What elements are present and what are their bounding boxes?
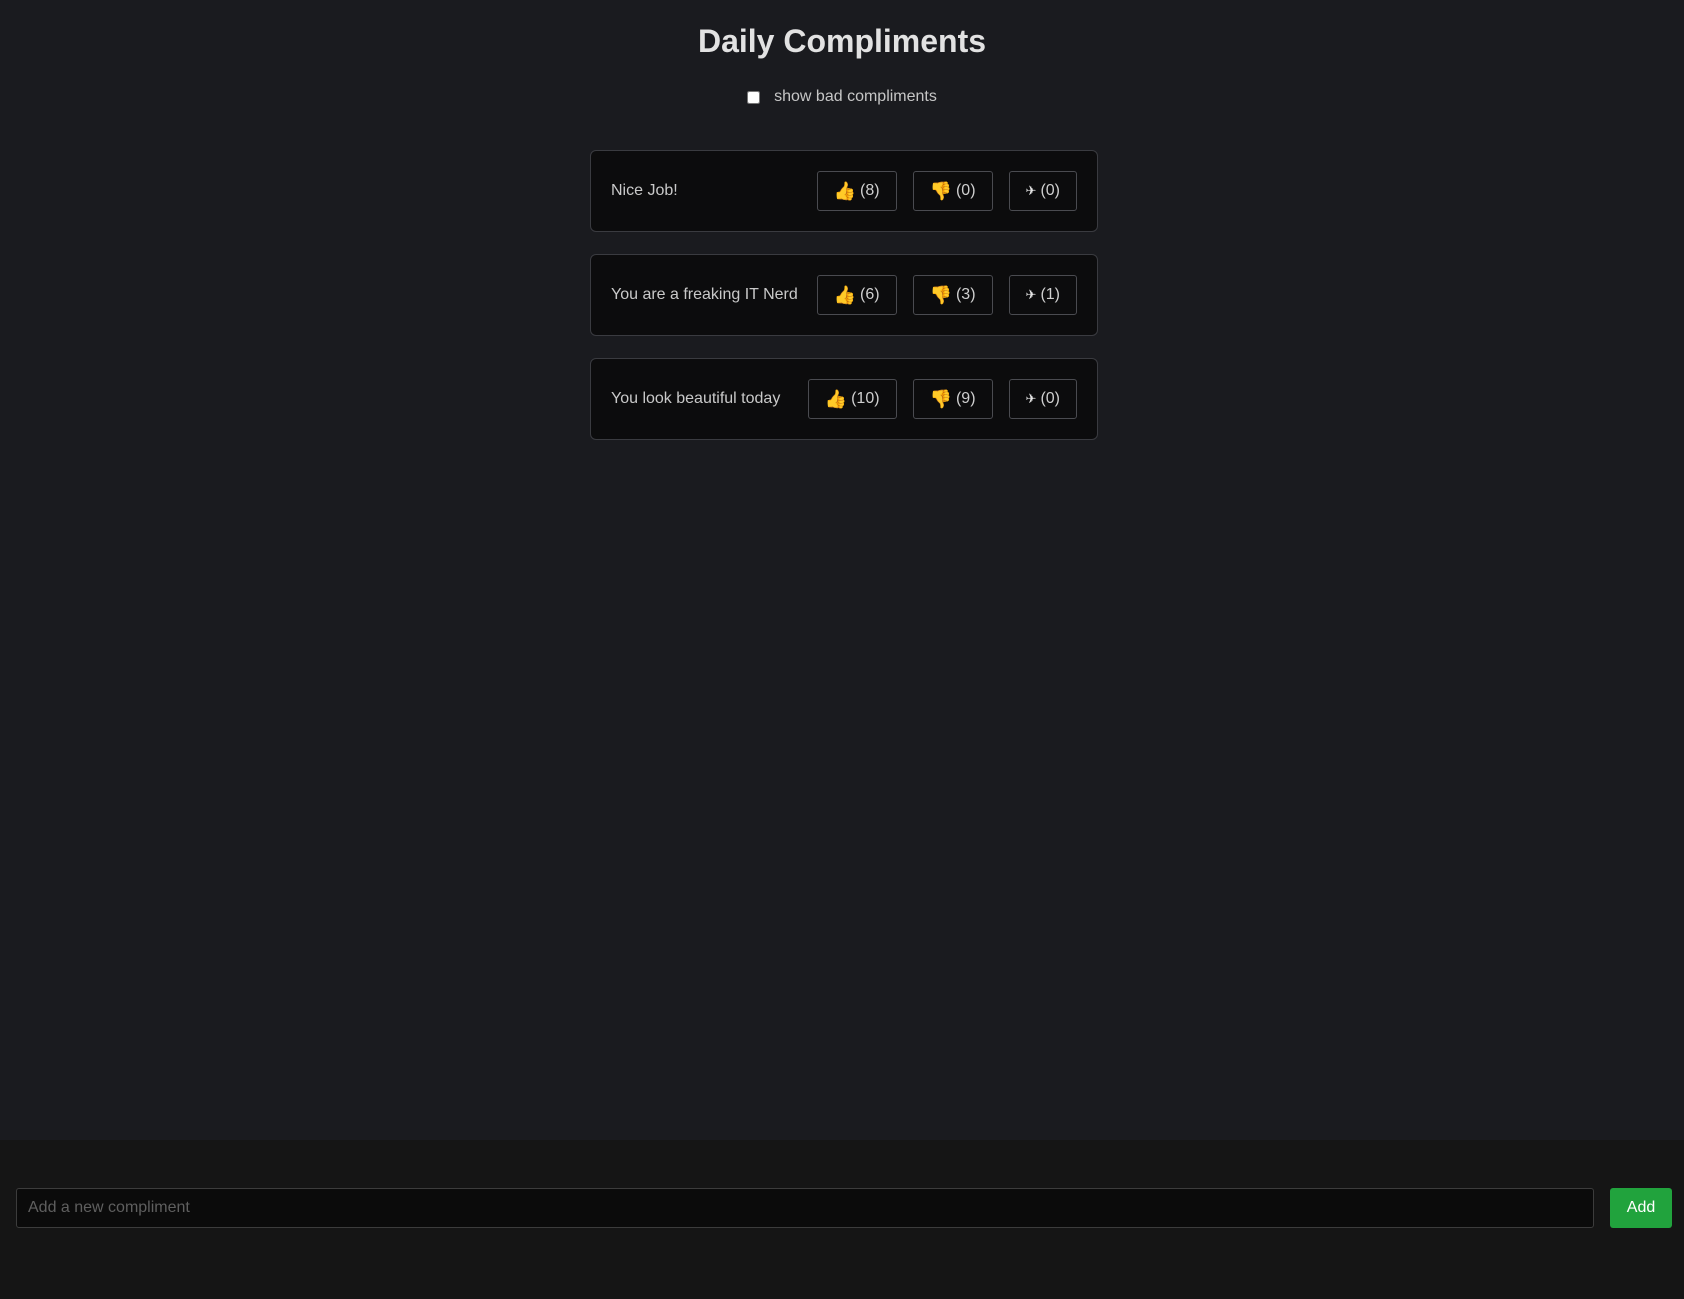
thumbs-up-icon: 👍: [833, 284, 856, 305]
compliment-actions: 👍 (6) 👎 (3) ✈ (1): [816, 275, 1077, 315]
upvote-count: (10): [851, 390, 880, 407]
downvote-count: (3): [955, 286, 976, 303]
page-title: Daily Compliments: [697, 23, 987, 59]
airplane-icon: ✈: [1025, 183, 1037, 198]
compliment-actions: 👍 (10) 👎 (9) ✈ (0): [807, 379, 1077, 419]
compliment-text: You look beautiful today: [611, 390, 781, 407]
downvote-count: (0): [955, 182, 976, 199]
share-button[interactable]: ✈ (0): [1008, 171, 1077, 211]
compliment-card: You look beautiful today 👍 (10) 👎 (9) ✈ …: [590, 358, 1098, 440]
share-button[interactable]: ✈ (0): [1008, 379, 1077, 419]
add-button[interactable]: Add: [1610, 1188, 1672, 1228]
show-bad-label: show bad compliments: [774, 88, 937, 105]
compliment-card: Nice Job! 👍 (8) 👎 (0) ✈ (0): [590, 150, 1098, 232]
downvote-button[interactable]: 👎 (9): [912, 379, 993, 419]
thumbs-down-icon: 👎: [929, 388, 952, 409]
share-button[interactable]: ✈ (1): [1008, 275, 1077, 315]
share-count: (0): [1040, 390, 1060, 407]
airplane-icon: ✈: [1025, 391, 1037, 406]
thumbs-down-icon: 👎: [929, 284, 952, 305]
app-page: Daily Compliments show bad compliments N…: [0, 0, 1684, 1299]
airplane-icon: ✈: [1025, 287, 1037, 302]
downvote-button[interactable]: 👎 (3): [912, 275, 993, 315]
upvote-count: (6): [859, 286, 880, 303]
upvote-button[interactable]: 👍 (8): [816, 171, 897, 211]
share-count: (1): [1040, 286, 1060, 303]
thumbs-up-icon: 👍: [833, 180, 856, 201]
show-bad-toggle[interactable]: show bad compliments: [0, 88, 1684, 106]
downvote-button[interactable]: 👎 (0): [912, 171, 993, 211]
share-count: (0): [1040, 182, 1060, 199]
compliment-text: You are a freaking IT Nerd: [611, 286, 798, 303]
upvote-button[interactable]: 👍 (6): [816, 275, 897, 315]
upvote-count: (8): [859, 182, 880, 199]
compliment-card: You are a freaking IT Nerd 👍 (6) 👎 (3) ✈…: [590, 254, 1098, 336]
composer-bar: Add: [0, 1140, 1684, 1299]
upvote-button[interactable]: 👍 (10): [807, 379, 897, 419]
show-bad-checkbox[interactable]: [747, 90, 761, 104]
compliment-list: Nice Job! 👍 (8) 👎 (0) ✈ (0) You are a fr…: [590, 150, 1098, 462]
compliment-text: Nice Job!: [611, 182, 678, 199]
compliment-actions: 👍 (8) 👎 (0) ✈ (0): [816, 171, 1077, 211]
thumbs-up-icon: 👍: [824, 388, 848, 409]
new-compliment-input[interactable]: [16, 1188, 1594, 1228]
thumbs-down-icon: 👎: [929, 180, 952, 201]
downvote-count: (9): [955, 390, 976, 407]
